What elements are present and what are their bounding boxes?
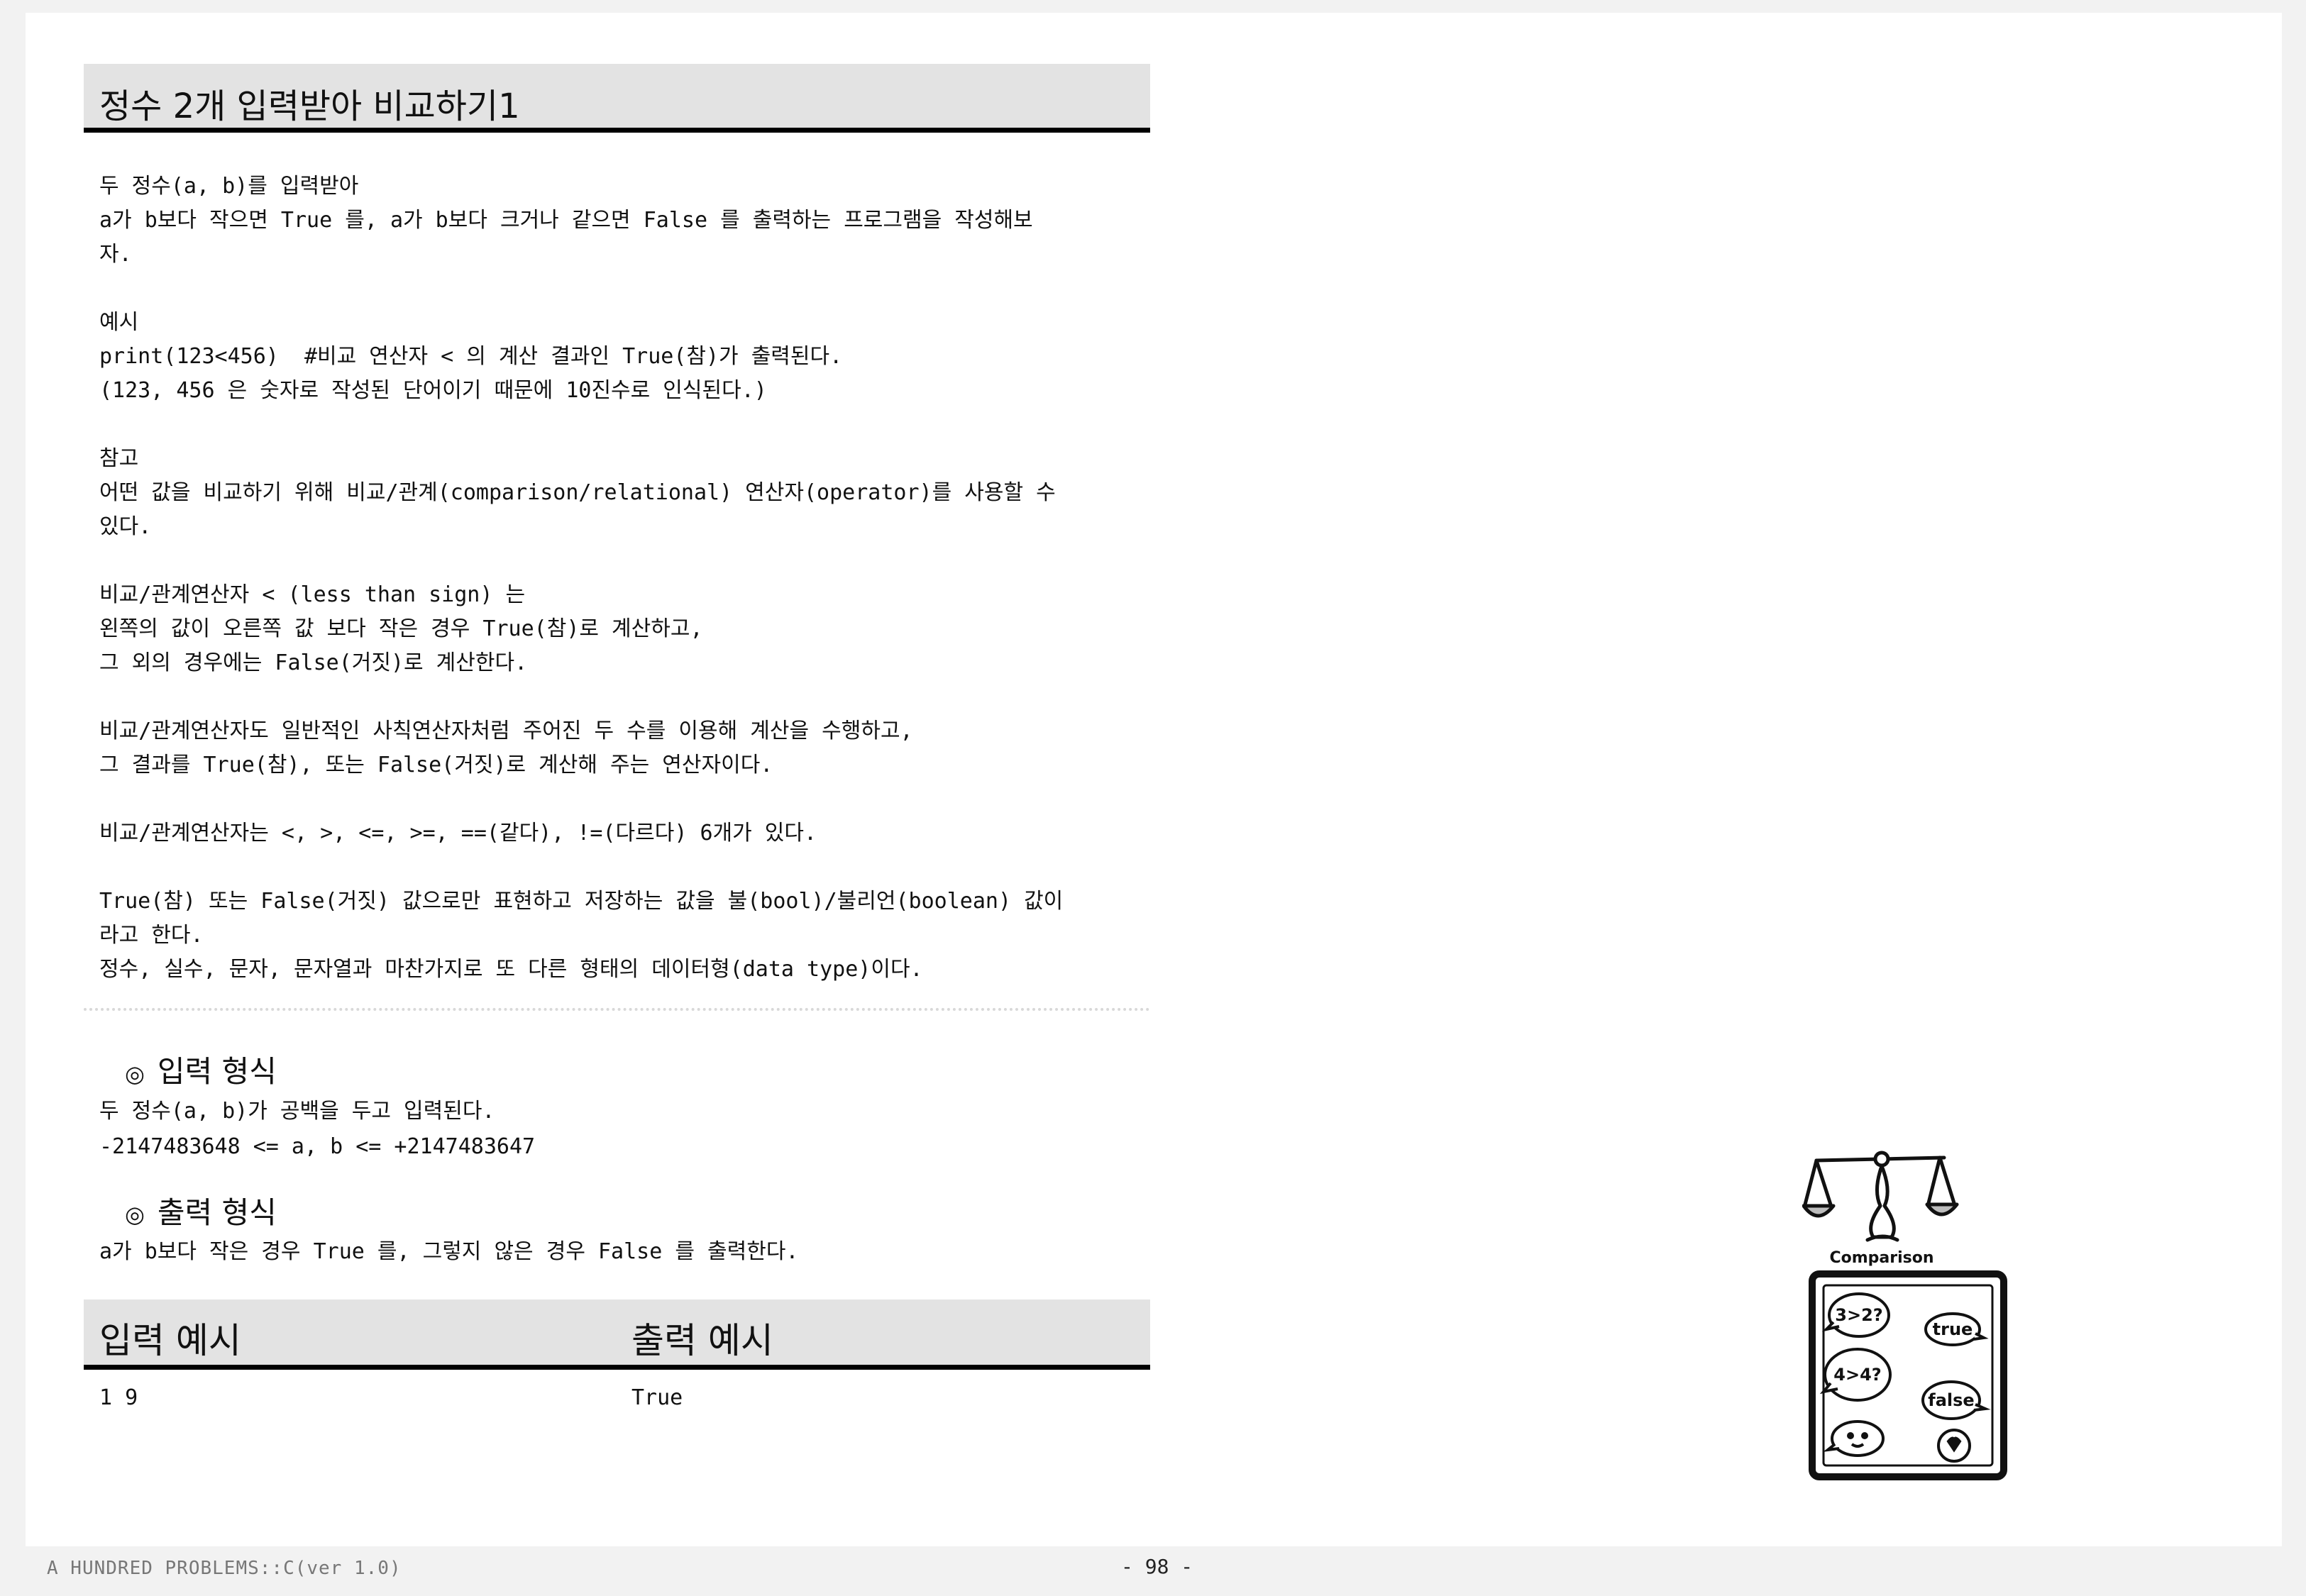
input-example-header: 입력 예시 [99, 1320, 241, 1361]
description-line: 예시 [99, 310, 139, 335]
comparison-illustration: Comparison 3>2? true 4>4? false [1802, 1151, 2007, 1480]
output-format-heading: ◎ 출력 형식 [84, 1193, 1150, 1235]
example-table-row: 1 9 True [84, 1370, 1150, 1412]
description-line: True(참) 또는 False(거짓) 값으로만 표현하고 저장하는 값을 불… [99, 889, 1064, 914]
description-line: 비교/관계연산자 < (less than sign) 는 [99, 582, 526, 607]
output-example-header: 출력 예시 [631, 1320, 773, 1361]
input-format-heading: ◎ 입력 형식 [84, 1052, 1150, 1094]
bubble-label: 4>4? [1833, 1365, 1881, 1385]
bubble-label: true [1933, 1319, 1973, 1339]
description-line: (123, 456 은 숫자로 작성된 단어이기 때문에 10진수로 인식된다.… [99, 378, 767, 403]
description-line [99, 782, 1135, 816]
description-line: 두 정수(a, b)를 입력받아 [99, 174, 359, 199]
description-line: 그 결과를 True(참), 또는 False(거짓)로 계산해 주는 연산자이… [99, 753, 773, 777]
description-line: print(123<456) #비교 연산자 < 의 계산 결과인 True(참… [99, 344, 843, 369]
bullet-circle-icon: ◎ [125, 1060, 145, 1087]
page-title: 정수 2개 입력받아 비교하기1 [99, 87, 520, 126]
output-format-section: ◎ 출력 형식 a가 b보다 작은 경우 True 를, 그렇지 않은 경우 Fa… [84, 1193, 1150, 1270]
page-number: - 98 - [1121, 1555, 1193, 1578]
description-line: 참고 [99, 446, 139, 471]
description-line [99, 680, 1135, 714]
bullet-circle-icon: ◎ [125, 1201, 145, 1228]
output-format-title: 출력 형식 [157, 1195, 277, 1230]
description-line: 정수, 실수, 문자, 문자열과 마찬가지로 또 다른 형태의 데이터형(dat… [99, 957, 923, 982]
description-line: 그 외의 경우에는 False(거짓)로 계산한다. [99, 650, 528, 675]
description-line: 자. [99, 242, 132, 267]
problem-column: 정수 2개 입력받아 비교하기1 두 정수(a, b)를 입력받아 a가 b보다 … [84, 64, 1150, 1412]
description-line: 어떤 값을 비교하기 위해 비교/관계(comparison/relationa… [99, 480, 1056, 505]
description-line [99, 408, 1135, 442]
input-format-line: -2147483648 <= a, b <= +2147483647 [99, 1134, 536, 1159]
description-line: 있다. [99, 514, 152, 539]
input-format-line: 두 정수(a, b)가 공백을 두고 입력된다. [99, 1098, 495, 1124]
description-line [99, 544, 1135, 578]
description-line [99, 272, 1135, 306]
illustration-caption: Comparison [1829, 1249, 1933, 1267]
input-format-section: ◎ 입력 형식 두 정수(a, b)가 공백을 두고 입력된다. -2147483… [84, 1052, 1150, 1165]
balance-scale-icon [1802, 1151, 1959, 1242]
bubble-label: false [1928, 1390, 1974, 1410]
description-line: a가 b보다 작으면 True 를, a가 b보다 크거나 같으면 False … [99, 208, 1033, 233]
problem-description: 두 정수(a, b)를 입력받아 a가 b보다 작으면 True 를, a가 b보… [84, 133, 1150, 987]
description-line: 왼쪽의 값이 오른쪽 값 보다 작은 경우 True(참)로 계산하고, [99, 616, 703, 641]
footer-book-title: A HUNDRED PROBLEMS::C(ver 1.0) [47, 1558, 402, 1579]
title-bar: 정수 2개 입력받아 비교하기1 [84, 64, 1150, 133]
input-example-value: 1 9 [99, 1385, 138, 1410]
input-format-title: 입력 형식 [157, 1054, 277, 1089]
description-line: 비교/관계연산자도 일반적인 사칙연산자처럼 주어진 두 수를 이용해 계산을 … [99, 719, 913, 743]
example-table-header: 입력 예시 출력 예시 [84, 1299, 1150, 1370]
output-example-value: True [631, 1385, 683, 1410]
dotted-divider [84, 1008, 1150, 1011]
description-line: 라고 한다. [99, 923, 204, 948]
bubble-label: 3>2? [1835, 1305, 1882, 1325]
description-line: 비교/관계연산자는 <, >, <=, >=, ==(같다), !=(다르다) … [99, 821, 817, 846]
output-format-line: a가 b보다 작은 경우 True 를, 그렇지 않은 경우 False 를 출… [99, 1239, 799, 1264]
description-line [99, 850, 1135, 885]
